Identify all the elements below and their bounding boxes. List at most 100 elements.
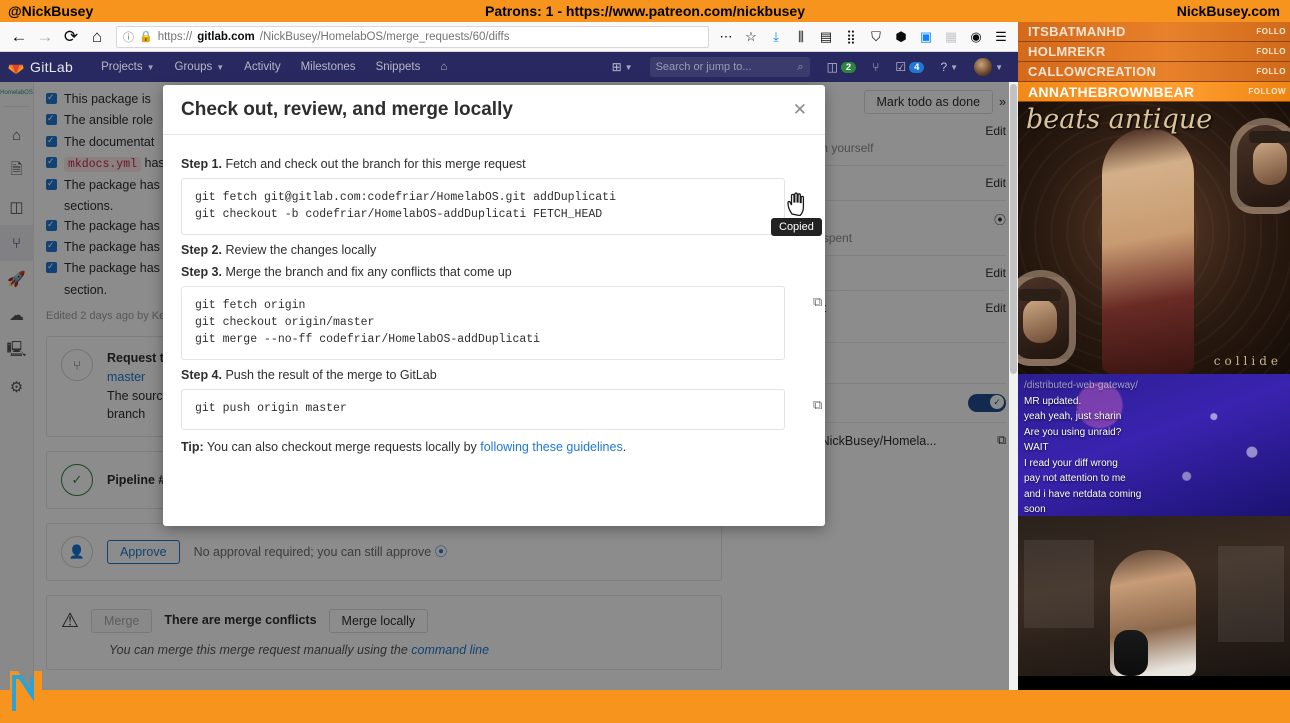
issues-book-icon: ◫ (826, 60, 838, 74)
nav-item-activity[interactable]: Activity (234, 61, 290, 73)
modal-body: Step 1. Fetch and check out the branch f… (163, 135, 825, 454)
step-4: Step 4. Push the result of the merge to … (181, 368, 807, 382)
step-label: Step 2. (181, 243, 222, 258)
lock-icon: 🔒 (139, 31, 153, 43)
copy-icon[interactable]: ⧉ (813, 294, 825, 310)
webcam-feed (1018, 516, 1290, 676)
chat-message: /distributed-web-gateway/ (1024, 380, 1138, 391)
reload-icon[interactable]: ⟳ (58, 24, 84, 50)
chevron-down-icon: ▼ (995, 62, 1003, 72)
plus-square-icon[interactable]: ⊞ ▼ (605, 60, 640, 74)
nav-item-groups[interactable]: Groups ▼ (165, 61, 235, 73)
pocket-icon[interactable]: ▣ (915, 26, 937, 48)
user-menu[interactable]: ▼ (967, 58, 1010, 76)
step-label: Step 4. (181, 368, 222, 383)
step-text: Fetch and check out the branch for this … (222, 157, 526, 171)
follower-row: CALLOWCREATION FOLLO (1018, 62, 1290, 82)
home-icon[interactable]: ⌂ (84, 24, 110, 50)
ghostery-icon[interactable]: ⬢ (890, 26, 912, 48)
apps-grid-icon[interactable]: ⣿ (840, 26, 862, 48)
download-icon[interactable]: ⤓ (765, 26, 787, 48)
copy-icon[interactable]: ⧉ (813, 397, 825, 413)
reader-view-icon[interactable]: ▤ (815, 26, 837, 48)
guidelines-link[interactable]: following these guidelines (480, 440, 622, 454)
issues-counter[interactable]: ◫ 2 (820, 60, 864, 74)
url-path: /NickBusey/HomelabOS/merge_requests/60/d… (259, 30, 510, 43)
album-mirror-left (1018, 270, 1076, 366)
gitlab-navbar: GitLab Projects ▼ Groups ▼ Activity Mile… (0, 52, 1018, 82)
webcam-microphone (1114, 630, 1148, 676)
issues-count-badge: 2 (840, 61, 857, 73)
forward-arrow-icon: → (36, 26, 54, 46)
search-placeholder: Search or jump to... (655, 61, 752, 73)
modal-title: Check out, review, and merge locally (181, 98, 513, 120)
library-icon[interactable]: ⫼ (790, 26, 812, 48)
tip-text: You can also checkout merge requests loc… (203, 440, 481, 455)
code-block-3[interactable]: git push origin master (181, 389, 785, 431)
follower-row: ITSBATMANHD FOLLO (1018, 22, 1290, 42)
code-block-2[interactable]: git fetch origin git checkout origin/mas… (181, 286, 785, 361)
speedometer-icon[interactable]: ⌂ (430, 61, 457, 73)
step-3: Step 3. Merge the branch and fix any con… (181, 265, 807, 279)
follower-name: CALLOWCREATION (1028, 64, 1157, 79)
account-icon[interactable]: ◉ (965, 26, 987, 48)
album-figure-face (1253, 141, 1287, 185)
step-label: Step 1. (181, 157, 222, 171)
nav-item-milestones[interactable]: Milestones (291, 61, 366, 73)
back-arrow-icon[interactable]: ← (6, 24, 32, 50)
webcam-shelf (1024, 540, 1094, 628)
album-mirror-right (1230, 118, 1290, 214)
step-text: Push the result of the merge to GitLab (222, 368, 437, 383)
page-scrollbar[interactable] (1009, 82, 1018, 690)
ellipsis-icon[interactable]: ⋯ (715, 26, 737, 48)
todos-counter[interactable]: ☑ 4 (888, 60, 931, 74)
browser-toolbar: ← → ⟳ ⌂ ⓘ 🔒 https:// gitlab.com/NickBusey… (0, 22, 1018, 52)
merge-request-icon[interactable]: ⑂ (865, 60, 886, 74)
album-figure-face (1023, 299, 1057, 343)
gitlab-nav-right: ⊞ ▼ Search or jump to... ⌕ ◫ 2 ⑂ ☑ 4 ? ▼ (605, 57, 1010, 77)
chevron-down-icon: ▼ (216, 62, 225, 72)
chat-message: MR updated. (1024, 395, 1082, 407)
address-bar[interactable]: ⓘ 🔒 https:// gitlab.com/NickBusey/Homelab… (116, 25, 709, 48)
shield-icon[interactable]: ⛉ (865, 26, 887, 48)
chat-message: WAIT (1024, 442, 1049, 453)
stream-overlay-bottom-banner (0, 690, 1290, 723)
close-icon[interactable]: ✕ (793, 100, 807, 120)
question-circle-icon[interactable]: ? ▼ (933, 60, 965, 74)
follower-tag: FOLLO (1256, 67, 1286, 76)
album-dancer-figure (1102, 128, 1194, 374)
page-info-icon[interactable]: ⓘ (123, 29, 134, 45)
scrollbar-thumb[interactable] (1010, 84, 1017, 374)
chat-message: soon (1024, 504, 1046, 515)
hamburger-menu-icon[interactable]: ☰ (990, 26, 1012, 48)
nav-item-snippets[interactable]: Snippets (366, 61, 431, 73)
chat-message: pay not attention to me (1024, 473, 1126, 484)
code-block-1[interactable]: git fetch git@gitlab.com:codefriar/Homel… (181, 178, 785, 236)
code-block-3-wrap: git push origin master ⧉ (181, 389, 822, 431)
stream-side-panel: ITSBATMANHD FOLLO HOLMREKR FOLLO CALLOWC… (1018, 22, 1290, 690)
extension-icon[interactable]: ▦ (940, 26, 962, 48)
code-block-2-wrap: git fetch origin git checkout origin/mas… (181, 286, 822, 361)
tip-end: . (622, 440, 627, 455)
follower-tag: FOLLOW (1248, 87, 1286, 96)
chat-message: I read your diff wrong (1024, 457, 1118, 469)
hand-cursor-icon (787, 192, 805, 216)
nav-item-projects[interactable]: Projects ▼ (91, 61, 164, 73)
bookmark-star-icon[interactable]: ☆ (740, 26, 762, 48)
tip-line: Tip: You can also checkout merge request… (181, 440, 807, 454)
code-block-1-wrap: git fetch git@gitlab.com:codefriar/Homel… (181, 178, 807, 236)
search-icon: ⌕ (797, 60, 804, 73)
search-input[interactable]: Search or jump to... ⌕ (649, 57, 810, 77)
screen: @NickBusey Patrons: 1 - https://www.patr… (0, 0, 1290, 723)
webcam-shelf (1218, 546, 1284, 642)
gitlab-logo[interactable]: GitLab (8, 59, 73, 75)
todo-check-icon: ☑ (895, 60, 907, 74)
follower-row: HOLMREKR FOLLO (1018, 42, 1290, 62)
step-2: Step 2. Review the changes locally (181, 243, 807, 257)
album-subtitle: collide (1213, 354, 1282, 368)
chat-message: and i have netdata coming (1024, 488, 1142, 500)
album-figure-hat (1249, 131, 1290, 143)
nav-label: Projects (101, 61, 143, 73)
follower-tag: FOLLO (1256, 47, 1286, 56)
chevron-down-icon: ▼ (146, 62, 155, 72)
